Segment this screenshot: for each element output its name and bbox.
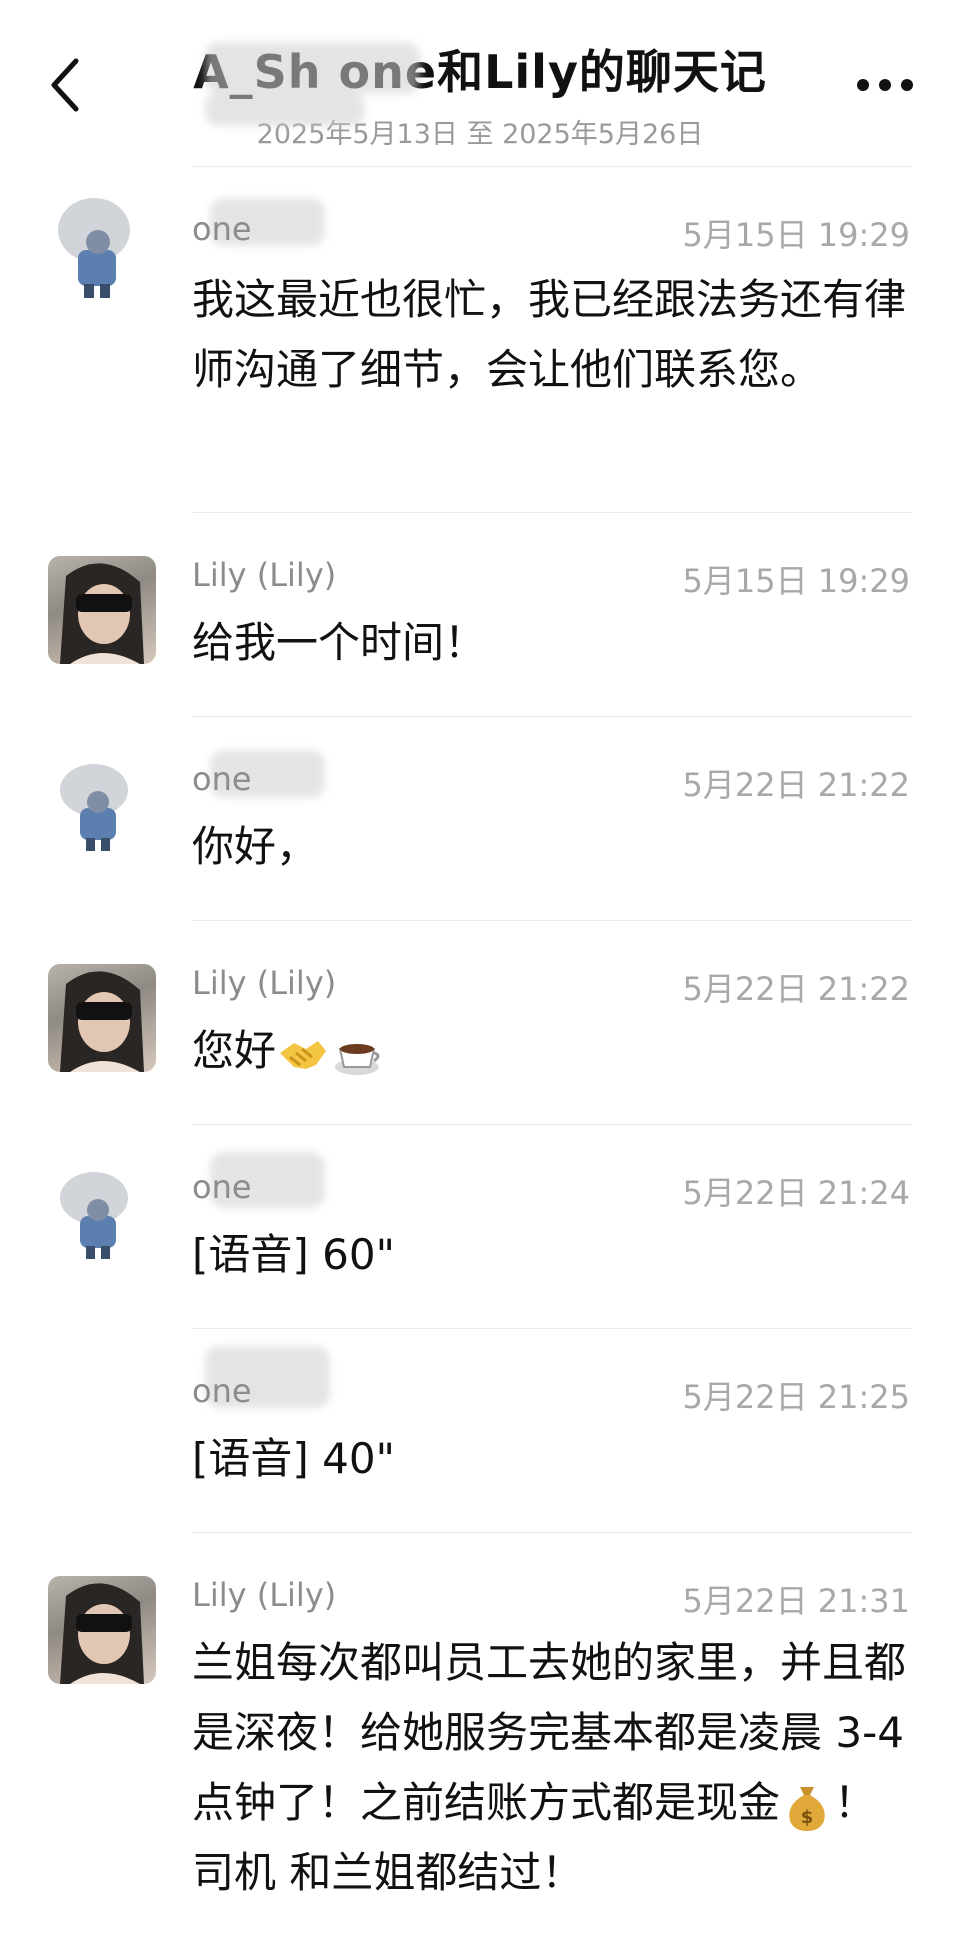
message-item[interactable]: Lily (Lily) 5月22日 21:31 兰姐每次都叫员工去她的家里，并且… (0, 1576, 960, 1934)
avatar[interactable] (48, 1576, 156, 1684)
message-text: 您好 (192, 1026, 277, 1075)
svg-text:$: $ (801, 1807, 814, 1828)
timestamp: 5月22日 21:22 (682, 970, 910, 1008)
timestamp: 5月22日 21:22 (682, 766, 910, 804)
message-text: 给我一个时间！ (192, 618, 487, 667)
redaction-blur (205, 92, 365, 126)
message-text[interactable]: [语音] 60" (192, 1220, 922, 1290)
divider (192, 1124, 912, 1125)
message-item[interactable]: one 5月22日 21:24 [语音] 60" (0, 1152, 960, 1318)
message-item[interactable]: one 5月15日 19:29 我这最近也很忙，我已经跟法务还有律师沟通了细节，… (0, 190, 960, 510)
more-button[interactable] (850, 55, 920, 115)
sender-name: one (192, 760, 252, 798)
avatar[interactable] (48, 190, 156, 298)
money-bag-icon: $ (789, 1786, 825, 1831)
divider (192, 1328, 912, 1329)
sender-name: Lily (Lily) (192, 964, 337, 1002)
avatar[interactable] (48, 760, 156, 868)
handshake-icon (280, 1040, 327, 1069)
sender-name: one (192, 1168, 252, 1206)
message-content: 您好 (192, 1016, 922, 1086)
message-text: 我这最近也很忙，我已经跟法务还有律师沟通了细节，会让他们联系您。 (192, 275, 907, 394)
message-content: 兰姐每次都叫员工去她的家里，并且都是深夜！给她服务完基本都是凌晨 3-4 点钟了… (192, 1628, 922, 1908)
sender-name: one (192, 1372, 252, 1410)
avatar[interactable] (48, 556, 156, 664)
message-item[interactable]: one 5月22日 21:25 [语音] 40" (0, 1346, 960, 1522)
sender-name: Lily (Lily) (192, 556, 337, 594)
message-item[interactable]: one 5月22日 21:22 你好， (0, 750, 960, 910)
chevron-left-icon (51, 58, 79, 112)
timestamp: 5月22日 21:24 (682, 1174, 910, 1212)
divider (192, 920, 912, 921)
message-item[interactable]: Lily (Lily) 5月15日 19:29 给我一个时间！ (0, 556, 960, 706)
divider (192, 166, 912, 167)
chat-header: A_Sh one和Lily的聊天记 2025年5月13日 至 2025年5月26… (0, 0, 960, 150)
coffee-icon (335, 1043, 380, 1075)
avatar[interactable] (48, 1168, 156, 1276)
avatar[interactable] (48, 964, 156, 1072)
redaction-blur (205, 42, 420, 94)
more-dots-icon (857, 79, 913, 91)
back-button[interactable] (40, 50, 90, 120)
timestamp: 5月22日 21:25 (682, 1378, 910, 1416)
timestamp: 5月22日 21:31 (682, 1582, 910, 1620)
divider (192, 716, 912, 717)
sender-name: Lily (Lily) (192, 1576, 337, 1614)
divider (192, 1532, 912, 1533)
message-text[interactable]: [语音] 40" (192, 1424, 922, 1494)
message-item[interactable]: Lily (Lily) 5月22日 21:22 您好 (0, 964, 960, 1114)
message-text: 你好， (192, 822, 319, 871)
timestamp: 5月15日 19:29 (682, 216, 910, 254)
divider (192, 512, 912, 513)
sender-name: one (192, 210, 252, 248)
timestamp: 5月15日 19:29 (682, 562, 910, 600)
